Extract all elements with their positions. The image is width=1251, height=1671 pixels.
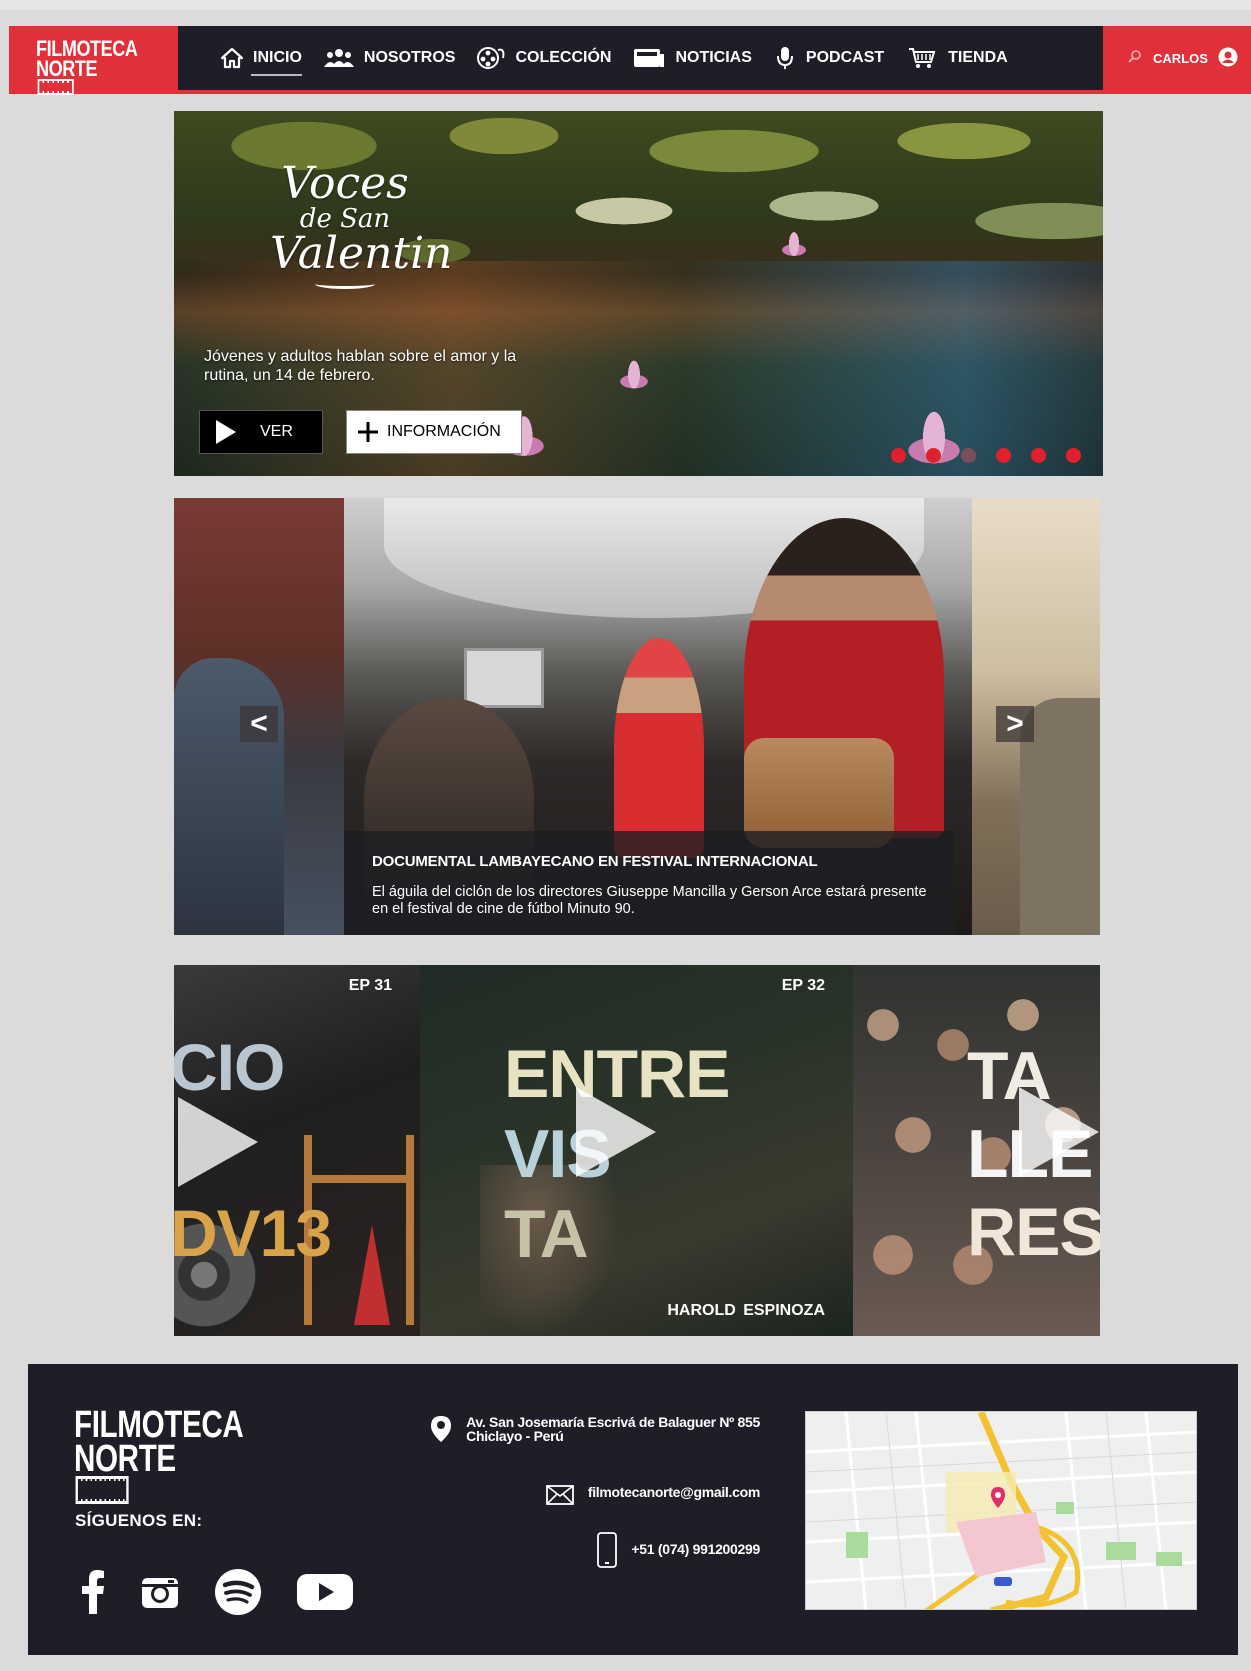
podcast-card[interactable]: CIO DV13 EP 31 — [174, 965, 420, 1336]
search-icon[interactable] — [1127, 49, 1143, 68]
news-headline[interactable]: DOCUMENTAL LAMBAYECANO EN FESTIVAL INTER… — [372, 853, 928, 870]
carousel-prev-arrow[interactable]: < — [240, 706, 278, 742]
envelope-icon — [545, 1485, 574, 1505]
social-links — [80, 1568, 354, 1616]
people-icon — [322, 47, 356, 69]
hero-title-line: Voces — [281, 158, 409, 209]
episode-title-word: RES — [967, 1194, 1100, 1270]
podcast-row: CIO DV13 EP 31 ENTRE VIS TA EP 32 HAROLD… — [174, 965, 1100, 1336]
episode-title-word: CIO — [174, 1030, 285, 1104]
footer-email: filmotecanorte@gmail.com — [545, 1485, 760, 1505]
address-line: Av. San Josemaría Escrivá de Balaguer Nº… — [466, 1414, 760, 1430]
logo-line-2: NORTE — [36, 56, 98, 82]
hero-title-line: Valentin — [270, 228, 453, 279]
episode-number: EP 31 — [348, 977, 392, 994]
bus-window — [464, 648, 544, 708]
news-summary: El águila del ciclón de los directores G… — [372, 884, 927, 917]
location-map[interactable] — [805, 1411, 1197, 1610]
user-avatar-icon[interactable] — [1218, 47, 1238, 70]
spotify-icon[interactable] — [214, 1568, 262, 1616]
slide-dot[interactable] — [1066, 448, 1081, 463]
episode-number: EP 32 — [781, 977, 825, 994]
nav-coleccion[interactable]: COLECCIÓN — [475, 26, 611, 90]
nav-noticias[interactable]: NOTICIAS — [631, 26, 752, 90]
footer-address: Av. San Josemaría Escrivá de Balaguer Nº… — [430, 1415, 760, 1443]
youtube-icon[interactable] — [296, 1572, 354, 1612]
nav-inicio[interactable]: INICIO — [219, 26, 302, 90]
episode-guest: HAROLD ESPINOZA — [667, 1302, 825, 1319]
follow-label: SÍGUENOS EN: — [75, 1511, 203, 1530]
main-nav: INICIO NOSOTROS COLECCIÓN NOTICIAS PODCA… — [219, 26, 1008, 90]
play-icon — [216, 420, 236, 444]
nav-nosotros[interactable]: NOSOTROS — [322, 26, 456, 90]
logo-text: FILMOTECA NORTE — [36, 37, 138, 96]
lotus-flower — [606, 350, 662, 392]
film-strip-icon — [75, 1476, 129, 1505]
nav-label: PODCAST — [805, 49, 885, 66]
episode-title-word: TA — [504, 1196, 589, 1272]
nav-label: COLECCIÓN — [515, 49, 612, 66]
nav-podcast[interactable]: PODCAST — [772, 26, 884, 90]
header-logo[interactable]: FILMOTECA NORTE — [9, 26, 178, 96]
podcast-card[interactable]: ENTRE VIS TA EP 32 HAROLD ESPINOZA — [420, 965, 853, 1336]
podcast-card[interactable]: TA LLE RES — [853, 965, 1100, 1336]
watch-button[interactable]: VER — [199, 410, 323, 454]
info-button[interactable]: INFORMACIÓN — [346, 410, 522, 454]
cart-icon — [904, 47, 940, 69]
slide-dot[interactable] — [996, 448, 1011, 463]
slide-dot[interactable] — [926, 448, 941, 463]
slide-dot[interactable] — [891, 448, 906, 463]
hero-title: Voces de San Valentin — [270, 158, 453, 289]
newspaper-icon — [631, 47, 667, 69]
carousel-next-arrow[interactable]: > — [996, 706, 1034, 742]
person-figure — [614, 638, 704, 858]
footer-phone: +51 (074) 991200299 — [597, 1532, 760, 1568]
phone-icon — [597, 1532, 618, 1568]
address-line: Chiclayo - Perú — [466, 1428, 564, 1444]
news-caption: DOCUMENTAL LAMBAYECANO EN FESTIVAL INTER… — [344, 831, 954, 935]
footer-logo[interactable]: FILMOTECA NORTE — [74, 1404, 244, 1505]
lotus-flower — [770, 223, 818, 259]
traffic-cone — [354, 1225, 390, 1325]
nav-label: NOTICIAS — [675, 49, 752, 66]
hero-banner: Voces de San Valentin Jóvenes y adultos … — [174, 111, 1103, 476]
site-header: FILMOTECA NORTE INICIO NOSOTROS COLECCIÓ… — [9, 26, 1251, 96]
address-text: Av. San Josemaría Escrivá de Balaguer Nº… — [466, 1415, 760, 1443]
nav-label: NOSOTROS — [363, 49, 456, 66]
episode-title-word: DV13 — [174, 1196, 332, 1270]
site-footer: FILMOTECA NORTE SÍGUENOS EN: Av. San Jos… — [28, 1364, 1238, 1655]
news-carousel: DOCUMENTAL LAMBAYECANO EN FESTIVAL INTER… — [174, 498, 1100, 935]
microphone-icon — [772, 47, 798, 69]
logo-line-2: NORTE — [74, 1438, 176, 1481]
news-next-slide[interactable] — [972, 498, 1100, 935]
top-strip — [0, 0, 1251, 10]
logo-line-1: FILMOTECA — [74, 1404, 244, 1446]
home-icon — [219, 47, 245, 69]
watch-label: VER — [260, 423, 293, 440]
title-swash — [315, 279, 375, 289]
film-strip-icon — [37, 79, 74, 96]
location-pin-icon — [431, 1416, 452, 1442]
info-label: INFORMACIÓN — [387, 423, 501, 440]
nav-label: INICIO — [253, 49, 302, 66]
play-icon[interactable] — [1019, 1087, 1099, 1177]
film-reel-icon — [475, 47, 507, 69]
nav-label: TIENDA — [948, 49, 1008, 66]
nav-tienda[interactable]: TIENDA — [904, 26, 1008, 90]
user-name[interactable]: CARLOS — [1153, 51, 1208, 66]
slide-dot[interactable] — [961, 448, 976, 463]
plus-icon — [358, 422, 378, 442]
user-area: CARLOS — [1103, 26, 1251, 90]
hero-description: Jóvenes y adultos hablan sobre el amor y… — [204, 348, 517, 384]
facebook-icon[interactable] — [80, 1570, 106, 1614]
play-icon[interactable] — [576, 1087, 656, 1177]
instagram-icon[interactable] — [140, 1572, 180, 1612]
play-icon[interactable] — [178, 1097, 258, 1187]
slide-dot[interactable] — [1031, 448, 1046, 463]
slide-indicators — [891, 448, 1081, 463]
phone-number[interactable]: +51 (074) 991200299 — [631, 1542, 760, 1556]
email-link[interactable]: filmotecanorte@gmail.com — [588, 1485, 760, 1499]
